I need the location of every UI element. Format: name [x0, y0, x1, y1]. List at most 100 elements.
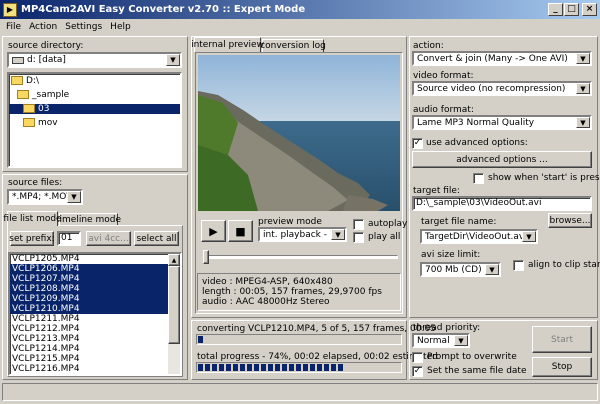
- progress-segment: [296, 364, 301, 371]
- audio-format-select[interactable]: Lame MP3 Normal Quality ▼: [412, 115, 592, 130]
- progress-segment: [324, 364, 329, 371]
- menu-settings[interactable]: Settings: [61, 22, 106, 32]
- tab-internal-preview[interactable]: internal preview: [191, 37, 264, 52]
- prefix-input[interactable]: 01: [57, 231, 81, 246]
- file-list-item[interactable]: VCLP1207.MP4: [10, 274, 168, 284]
- tab-file-list-mode[interactable]: file list mode: [3, 211, 62, 226]
- preview-mode-label: preview mode: [258, 217, 322, 227]
- chevron-down-icon: ▼: [576, 117, 590, 128]
- file-filter-value: *.MP4; *.MOV: [12, 192, 73, 202]
- progress-segment: [198, 336, 203, 343]
- audio-format-label: audio format:: [413, 105, 474, 115]
- avi-size-label: avi size limit:: [421, 250, 481, 260]
- prompt-overwrite-checkbox[interactable]: [412, 352, 423, 363]
- video-format-value: Source video (no recompression): [417, 83, 566, 94]
- folder-open-icon: [17, 90, 29, 99]
- advanced-options-button[interactable]: advanced options ...: [412, 151, 592, 168]
- play-all-checkbox[interactable]: [353, 232, 364, 243]
- align-to-clip-label: align to clip start: [528, 260, 600, 270]
- file-list-item[interactable]: VCLP1214.MP4: [10, 344, 168, 354]
- video-format-label: video format:: [413, 71, 474, 81]
- avi-size-select[interactable]: 700 Mb (CD) ▼: [420, 262, 501, 277]
- progress-segment: [268, 364, 273, 371]
- checkmark-icon: ✓: [413, 366, 422, 376]
- stop-preview-button[interactable]: ■: [228, 220, 253, 242]
- progress-segment: [338, 364, 343, 371]
- prompt-overwrite-label: Prompt to overwrite: [427, 352, 517, 362]
- same-file-date-label: Set the same file date: [427, 366, 527, 376]
- show-when-start-checkbox[interactable]: [473, 173, 484, 184]
- set-prefix-button[interactable]: set prefix:: [9, 231, 55, 246]
- chevron-down-icon: ▼: [576, 53, 590, 64]
- menu-file[interactable]: File: [2, 22, 25, 32]
- maximize-button[interactable]: □: [564, 3, 579, 16]
- menu-action[interactable]: Action: [25, 22, 61, 32]
- use-advanced-checkbox[interactable]: ✓: [412, 138, 423, 149]
- browse-button[interactable]: browse...: [548, 213, 592, 228]
- progress-segment: [289, 364, 294, 371]
- preview-mode-select[interactable]: int. playback - 1x ▼: [258, 227, 347, 242]
- tree-item-03[interactable]: 03: [9, 104, 180, 114]
- avi-4cc-button[interactable]: avi 4cc...: [86, 231, 131, 246]
- converting-progress-bar: [196, 334, 402, 345]
- video-format-select[interactable]: Source video (no recompression) ▼: [412, 81, 592, 96]
- stop-button[interactable]: Stop: [532, 357, 592, 377]
- chevron-down-icon: ▼: [454, 335, 468, 346]
- autoplay-label: autoplay: [368, 219, 408, 229]
- chevron-down-icon: ▼: [331, 229, 345, 240]
- scroll-thumb[interactable]: [168, 266, 180, 344]
- target-name-select[interactable]: TargetDir\VideoOut.avi ▼: [420, 229, 538, 244]
- drive-select[interactable]: d: [data] ▼: [7, 52, 182, 68]
- thread-priority-select[interactable]: Normal ▼: [412, 333, 470, 348]
- file-list-item[interactable]: VCLP1208.MP4: [10, 284, 168, 294]
- minimize-button[interactable]: _: [548, 3, 563, 16]
- tree-item-root[interactable]: D:\: [9, 76, 180, 86]
- menu-bar: File Action Settings Help: [0, 19, 600, 35]
- action-select[interactable]: Convert & join (Many -> One AVI) ▼: [412, 51, 592, 66]
- preview-mode-value: int. playback - 1x: [263, 229, 341, 240]
- source-files-label: source files:: [8, 178, 63, 188]
- scroll-up-arrow-icon[interactable]: ▲: [168, 254, 180, 266]
- same-file-date-checkbox[interactable]: ✓: [412, 366, 423, 377]
- directory-tree[interactable]: D:\ _sample 03 mov: [7, 72, 182, 168]
- thread-priority-label: thread priority:: [413, 323, 481, 333]
- progress-segment: [205, 364, 210, 371]
- video-preview-image: [198, 55, 400, 211]
- file-list-item[interactable]: VCLP1216.MP4: [10, 364, 168, 374]
- file-list-scrollbar[interactable]: ▲: [168, 254, 180, 374]
- seek-slider[interactable]: [203, 250, 398, 264]
- select-all-button[interactable]: select all: [134, 231, 179, 246]
- file-list-item[interactable]: VCLP1209.MP4: [10, 294, 168, 304]
- file-list-item[interactable]: VCLP1215.MP4: [10, 354, 168, 364]
- seek-slider-thumb[interactable]: [203, 250, 209, 264]
- chevron-down-icon: ▼: [576, 83, 590, 94]
- length-info: length : 00:05, 157 frames, 29,9700 fps: [202, 287, 382, 297]
- tab-conversion-log[interactable]: conversion log: [260, 39, 326, 52]
- file-list-item[interactable]: VCLP1212.MP4: [10, 324, 168, 334]
- file-list-item[interactable]: VCLP1210.MP4: [10, 304, 168, 314]
- file-list-item[interactable]: VCLP1211.MP4: [10, 314, 168, 324]
- tree-item-sample[interactable]: _sample: [9, 90, 180, 100]
- target-file-input[interactable]: D:\_sample\03\VideoOut.avi: [412, 196, 592, 211]
- progress-segment: [247, 364, 252, 371]
- media-info-box: video : MPEG4-ASP, 640x480 length : 00:0…: [197, 273, 401, 311]
- start-button[interactable]: Start: [532, 326, 592, 353]
- action-label: action:: [413, 41, 444, 51]
- autoplay-checkbox[interactable]: [353, 219, 364, 230]
- file-list-item[interactable]: VCLP1213.MP4: [10, 334, 168, 344]
- folder-open-icon: [11, 76, 23, 85]
- file-list-item[interactable]: VCLP1206.MP4: [10, 264, 168, 274]
- close-button[interactable]: ×: [582, 3, 597, 16]
- app-icon: ▶: [3, 2, 17, 17]
- progress-segment: [212, 364, 217, 371]
- play-button[interactable]: ▶: [201, 220, 226, 242]
- audio-info: audio : AAC 48000Hz Stereo: [202, 297, 330, 307]
- align-to-clip-checkbox[interactable]: [513, 260, 524, 271]
- menu-help[interactable]: Help: [106, 22, 135, 32]
- status-bar: [2, 383, 598, 401]
- progress-segment: [219, 364, 224, 371]
- file-list[interactable]: VCLP1205.MP4 VCLP1206.MP4 VCLP1207.MP4 VCLP…: [8, 252, 182, 376]
- tree-item-mov[interactable]: mov: [9, 118, 180, 128]
- file-filter-select[interactable]: *.MP4; *.MOV ▼: [7, 189, 83, 205]
- file-list-item[interactable]: VCLP1205.MP4: [10, 254, 168, 264]
